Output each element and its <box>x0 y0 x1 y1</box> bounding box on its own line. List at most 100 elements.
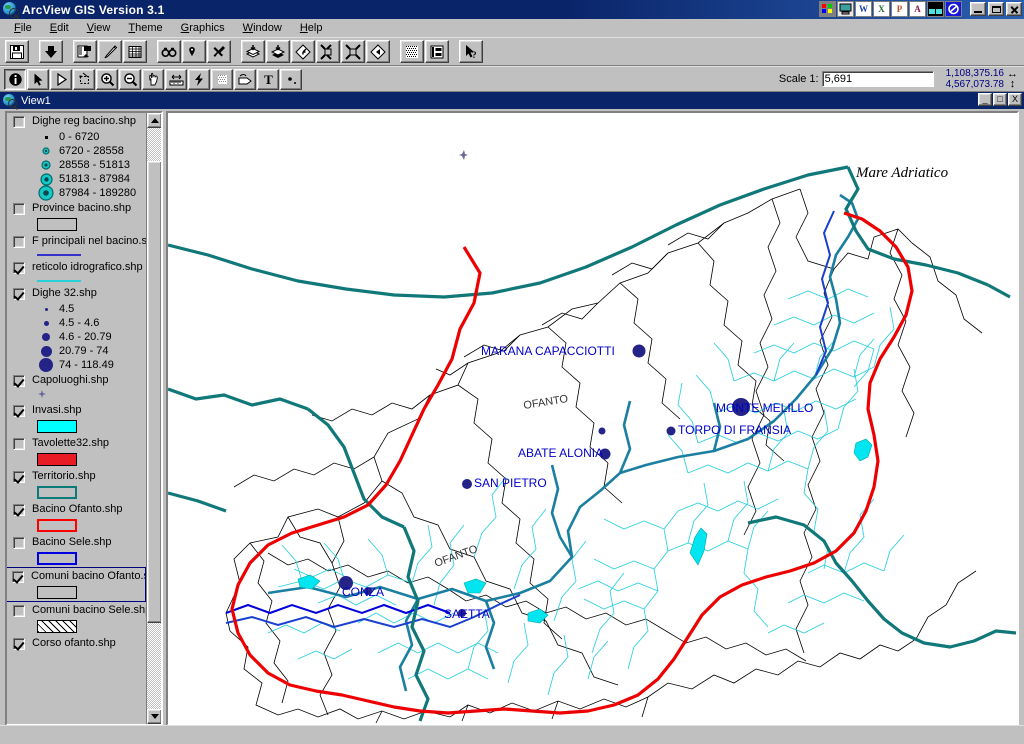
minimize-button[interactable] <box>970 2 986 16</box>
view-minimize-button[interactable]: _ <box>978 93 992 106</box>
legend-polygon-swatch[interactable] <box>37 453 77 466</box>
vertex-edit-tool[interactable] <box>50 68 72 90</box>
pointer-tool[interactable] <box>27 68 49 90</box>
label-tool[interactable] <box>234 68 256 90</box>
legend-layer-header[interactable]: Comuni bacino Ofanto.s <box>7 568 145 585</box>
add-theme-button[interactable] <box>39 40 63 63</box>
legend-point-swatch[interactable] <box>37 389 146 402</box>
zoom-out-tool[interactable] <box>119 68 141 90</box>
layer-visibility-checkbox[interactable] <box>13 537 25 549</box>
scroll-up-arrow-icon[interactable] <box>147 113 161 128</box>
legend-layer-comuni-bacino-ofanto-s[interactable]: Comuni bacino Ofanto.s <box>7 567 146 602</box>
scale-input[interactable]: 5,691 <box>821 71 934 87</box>
zoom-out-fixed-button[interactable] <box>341 40 365 63</box>
legend-layer-province-bacino-shp[interactable]: Province bacino.shp <box>7 200 146 233</box>
legend-layer-f-principali-nel-bacino-s[interactable]: F principali nel bacino.s <box>7 233 146 259</box>
excel-icon[interactable]: X <box>873 1 890 17</box>
legend-layer-header[interactable]: Dighe 32.shp <box>7 285 146 302</box>
pan-tool[interactable] <box>142 68 164 90</box>
legend-class-row[interactable]: 20.79 - 74 <box>33 344 146 358</box>
legend-layer-tavolette32-shp[interactable]: Tavolette32.shp <box>7 435 146 468</box>
area-of-interest-tool[interactable] <box>211 68 233 90</box>
view-maximize-button[interactable]: □ <box>993 93 1007 106</box>
layer-visibility-checkbox[interactable] <box>13 375 25 387</box>
clear-selection-button[interactable] <box>266 40 290 63</box>
legend-layer-capoluoghi-shp[interactable]: Capoluoghi.shp <box>7 372 146 402</box>
close-button[interactable] <box>1006 2 1022 16</box>
legend-class-row[interactable]: 74 - 118.49 <box>33 358 146 372</box>
layer-visibility-checkbox[interactable] <box>13 605 25 617</box>
legend-class-row[interactable]: 6720 - 28558 <box>33 144 146 158</box>
legend-line-swatch[interactable] <box>37 280 81 282</box>
layout-button[interactable] <box>425 40 449 63</box>
legend-layer-header[interactable]: Bacino Sele.shp <box>7 534 146 551</box>
edit-legend-button[interactable] <box>98 40 122 63</box>
draw-point-tool[interactable] <box>280 68 302 90</box>
word-icon[interactable]: W <box>855 1 872 17</box>
menu-help[interactable]: Help <box>292 21 331 35</box>
menu-file[interactable]: File <box>6 21 40 35</box>
legend-scroll-thumb[interactable] <box>147 161 161 623</box>
screen-icon[interactable] <box>927 1 944 17</box>
legend-layer-header[interactable]: Capoluoghi.shp <box>7 372 146 389</box>
text-tool[interactable]: T <box>257 68 279 90</box>
legend-class-row[interactable]: 28558 - 51813 <box>33 158 146 172</box>
view-close-button[interactable]: X <box>1008 93 1022 106</box>
legend-polygon-swatch[interactable] <box>37 620 77 633</box>
zoom-in-tool[interactable] <box>96 68 118 90</box>
layer-visibility-checkbox[interactable] <box>13 504 25 516</box>
layer-visibility-checkbox[interactable] <box>13 471 25 483</box>
legend-polygon-swatch[interactable] <box>37 420 77 433</box>
menu-edit[interactable]: Edit <box>42 21 77 35</box>
theme-properties-button[interactable] <box>73 40 97 63</box>
menu-theme[interactable]: Theme <box>120 21 170 35</box>
legend-layer-header[interactable]: Invasi.shp <box>7 402 146 419</box>
zoom-previous-button[interactable] <box>366 40 390 63</box>
legend-layer-header[interactable]: Province bacino.shp <box>7 200 146 217</box>
scroll-down-arrow-icon[interactable] <box>147 709 161 724</box>
access-key-icon[interactable]: A <box>909 1 926 17</box>
maximize-button[interactable] <box>988 2 1004 16</box>
legend-layer-header[interactable]: reticolo idrografico.shp <box>7 259 146 276</box>
layer-visibility-checkbox[interactable] <box>13 405 25 417</box>
measure-tool[interactable] <box>165 68 187 90</box>
menu-view[interactable]: View <box>79 21 119 35</box>
legend-scrollbar[interactable] <box>146 113 161 724</box>
save-project-button[interactable] <box>5 40 29 63</box>
legend-class-row[interactable]: 87984 - 189280 <box>33 185 146 201</box>
legend-layer-dighe-reg-bacino-shp[interactable]: Dighe reg bacino.shp 0 - 6720 6720 - 28558… <box>7 113 146 201</box>
legend-polygon-swatch[interactable] <box>37 552 77 565</box>
legend-layer-header[interactable]: F principali nel bacino.s <box>7 233 146 250</box>
select-rectangle-tool[interactable] <box>73 68 95 90</box>
legend-class-row[interactable]: 4.5 <box>33 302 146 316</box>
locate-address-button[interactable] <box>182 40 206 63</box>
legend-layer-territorio-shp[interactable]: Territorio.shp <box>7 468 146 501</box>
layer-visibility-checkbox[interactable] <box>13 288 25 300</box>
zoom-in-fixed-button[interactable] <box>316 40 340 63</box>
find-button[interactable] <box>157 40 181 63</box>
layer-visibility-checkbox[interactable] <box>13 203 25 215</box>
legend-scroll-track[interactable] <box>147 128 161 709</box>
legend-layer-bacino-sele-shp[interactable]: Bacino Sele.shp <box>7 534 146 567</box>
start-programs-icon[interactable] <box>819 1 836 17</box>
legend-polygon-swatch[interactable] <box>37 519 77 532</box>
map-canvas[interactable]: MARANA CAPACCIOTTI MONTE MELILLO TORPO D… <box>166 111 1019 726</box>
legend-editor-button[interactable] <box>400 40 424 63</box>
legend-layer-reticolo-idrografico-shp[interactable]: reticolo idrografico.shp <box>7 259 146 285</box>
powerpoint-icon[interactable]: P <box>891 1 908 17</box>
legend-layer-comuni-bacino-sele-shp[interactable]: Comuni bacino Sele.shp <box>7 602 146 635</box>
legend-layer-bacino-ofanto-shp[interactable]: Bacino Ofanto.shp <box>7 501 146 534</box>
legend-layer-invasi-shp[interactable]: Invasi.shp <box>7 402 146 435</box>
select-features-button[interactable] <box>241 40 265 63</box>
legend-layer-dighe-32-shp[interactable]: Dighe 32.shp 4.5 4.5 - 4.6 4.6 - 20.79 20.79… <box>7 285 146 372</box>
legend-layer-header[interactable]: Dighe reg bacino.shp <box>7 113 146 130</box>
layer-visibility-checkbox[interactable] <box>13 262 25 274</box>
legend-layer-header[interactable]: Tavolette32.shp <box>7 435 146 452</box>
identify-tool[interactable] <box>4 68 26 90</box>
legend-class-row[interactable]: 4.5 - 4.6 <box>33 316 146 330</box>
legend-layer-header[interactable]: Corso ofanto.shp <box>7 635 146 652</box>
legend-layer-header[interactable]: Bacino Ofanto.shp <box>7 501 146 518</box>
open-table-button[interactable] <box>123 40 147 63</box>
menu-window[interactable]: Window <box>235 21 290 35</box>
layer-visibility-checkbox[interactable] <box>13 638 25 650</box>
